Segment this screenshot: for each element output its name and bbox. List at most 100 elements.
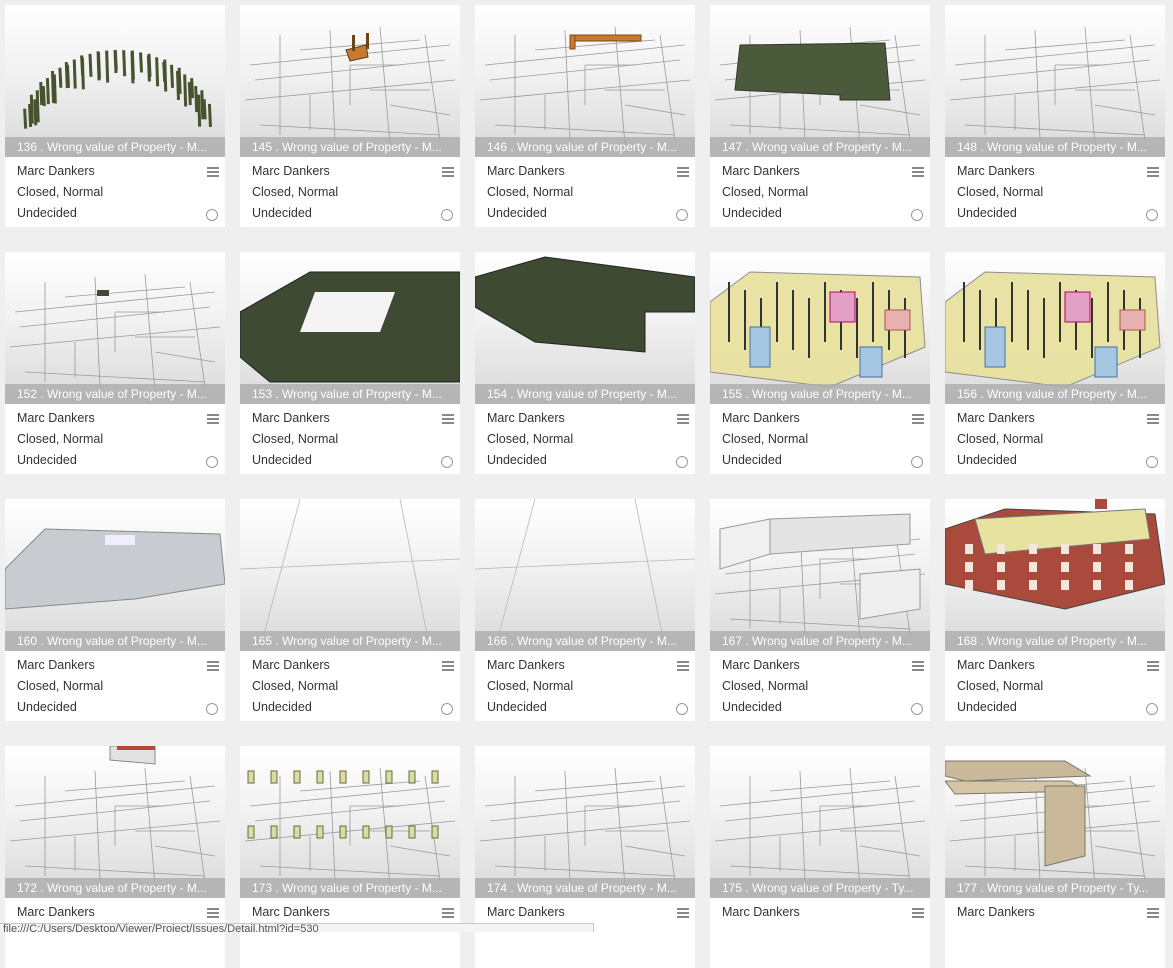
issue-decision: Undecided: [487, 206, 547, 220]
issue-title: 165 . Wrong value of Property - M...: [240, 631, 460, 651]
issue-card[interactable]: 165 . Wrong value of Property - M... Marc…: [240, 499, 460, 721]
menu-icon[interactable]: [442, 661, 454, 671]
menu-icon[interactable]: [442, 414, 454, 424]
issue-info: Marc Dankers: [5, 898, 225, 968]
radio-icon[interactable]: [206, 209, 218, 221]
issue-author: Marc Dankers: [957, 658, 1035, 672]
menu-icon[interactable]: [912, 167, 924, 177]
issue-thumbnail[interactable]: [5, 746, 225, 898]
menu-icon[interactable]: [207, 167, 219, 177]
issue-card[interactable]: 172 . Wrong value of Property - M... Marc…: [5, 746, 225, 968]
issue-card[interactable]: 148 . Wrong value of Property - M... Marc…: [945, 5, 1165, 227]
radio-icon[interactable]: [441, 703, 453, 715]
radio-icon[interactable]: [441, 456, 453, 468]
radio-icon[interactable]: [206, 456, 218, 468]
menu-icon[interactable]: [677, 908, 689, 918]
issue-card[interactable]: 177 . Wrong value of Property - Ty... Mar…: [945, 746, 1165, 968]
issue-status: Closed, Normal: [722, 679, 809, 693]
menu-icon[interactable]: [442, 167, 454, 177]
issue-thumbnail[interactable]: [5, 499, 225, 651]
radio-icon[interactable]: [911, 456, 923, 468]
menu-icon[interactable]: [442, 908, 454, 918]
issue-title: 156 . Wrong value of Property - M...: [945, 384, 1165, 404]
issue-thumbnail[interactable]: [710, 746, 930, 898]
issue-thumbnail[interactable]: [240, 746, 460, 898]
issue-card[interactable]: 145 . Wrong value of Property - M... Marc…: [240, 5, 460, 227]
model-render: [244, 26, 456, 146]
issue-card[interactable]: 167 . Wrong value of Property - M... Marc…: [710, 499, 930, 721]
radio-icon[interactable]: [911, 209, 923, 221]
menu-icon[interactable]: [207, 661, 219, 671]
issue-card[interactable]: 154 . Wrong value of Property - M... Marc…: [475, 252, 695, 474]
radio-icon[interactable]: [441, 209, 453, 221]
issue-thumbnail[interactable]: [945, 746, 1165, 898]
radio-icon[interactable]: [911, 703, 923, 715]
issue-thumbnail[interactable]: [475, 499, 695, 651]
issue-thumbnail[interactable]: [5, 252, 225, 404]
issue-thumbnail[interactable]: [945, 252, 1165, 404]
issue-card[interactable]: 175 . Wrong value of Property - Ty... Mar…: [710, 746, 930, 968]
issue-thumbnail[interactable]: [475, 746, 695, 898]
issue-decision: Undecided: [17, 453, 77, 467]
menu-icon[interactable]: [677, 661, 689, 671]
issue-thumbnail[interactable]: [5, 5, 225, 157]
issue-thumbnail[interactable]: [240, 5, 460, 157]
model-render: [9, 273, 221, 393]
issue-author: Marc Dankers: [957, 905, 1035, 919]
radio-icon[interactable]: [206, 703, 218, 715]
radio-icon[interactable]: [676, 456, 688, 468]
issue-thumbnail[interactable]: [475, 5, 695, 157]
issue-card[interactable]: 147 . Wrong value of Property - M... Marc…: [710, 5, 930, 227]
issue-thumbnail[interactable]: [710, 252, 930, 404]
issue-card[interactable]: 168 . Wrong value of Property - M... Marc…: [945, 499, 1165, 721]
issue-author: Marc Dankers: [17, 658, 95, 672]
radio-icon[interactable]: [676, 703, 688, 715]
model-render: [240, 271, 460, 383]
issue-title: 153 . Wrong value of Property - M...: [240, 384, 460, 404]
issue-thumbnail[interactable]: [240, 499, 460, 651]
issue-card[interactable]: 136 . Wrong value of Property - M... Marc…: [5, 5, 225, 227]
menu-icon[interactable]: [912, 414, 924, 424]
issue-card[interactable]: 174 . Wrong value of Property - M... Marc…: [475, 746, 695, 968]
menu-icon[interactable]: [677, 414, 689, 424]
issue-card[interactable]: 146 . Wrong value of Property - M... Marc…: [475, 5, 695, 227]
issue-thumbnail[interactable]: [475, 252, 695, 404]
menu-icon[interactable]: [1147, 661, 1159, 671]
issue-info: Marc Dankers: [240, 898, 460, 968]
issue-thumbnail[interactable]: [710, 499, 930, 651]
issue-card[interactable]: 166 . Wrong value of Property - M... Marc…: [475, 499, 695, 721]
issue-info: Marc Dankers Closed, Normal Undecided: [710, 157, 930, 227]
model-render: [475, 499, 695, 650]
menu-icon[interactable]: [912, 908, 924, 918]
menu-icon[interactable]: [1147, 167, 1159, 177]
issue-card[interactable]: 160 . Wrong value of Property - M... Marc…: [5, 499, 225, 721]
issue-info: Marc Dankers Closed, Normal Undecided: [5, 651, 225, 721]
issue-card[interactable]: 173 . Wrong value of Property - M... Marc…: [240, 746, 460, 968]
issue-thumbnail[interactable]: [945, 499, 1165, 651]
model-render: [714, 513, 926, 640]
issue-card[interactable]: 155 . Wrong value of Property - M... Marc…: [710, 252, 930, 474]
issue-info: Marc Dankers Closed, Normal Undecided: [710, 651, 930, 721]
menu-icon[interactable]: [1147, 414, 1159, 424]
radio-icon[interactable]: [1146, 456, 1158, 468]
issue-author: Marc Dankers: [252, 411, 330, 425]
menu-icon[interactable]: [677, 167, 689, 177]
issue-card[interactable]: 153 . Wrong value of Property - M... Marc…: [240, 252, 460, 474]
issue-author: Marc Dankers: [722, 411, 800, 425]
radio-icon[interactable]: [676, 209, 688, 221]
issue-thumbnail[interactable]: [945, 5, 1165, 157]
issue-author: Marc Dankers: [487, 905, 565, 919]
issue-title: 146 . Wrong value of Property - M...: [475, 137, 695, 157]
radio-icon[interactable]: [1146, 703, 1158, 715]
issue-info: Marc Dankers Closed, Normal Undecided: [475, 651, 695, 721]
issue-card[interactable]: 152 . Wrong value of Property - M... Marc…: [5, 252, 225, 474]
menu-icon[interactable]: [207, 414, 219, 424]
radio-icon[interactable]: [1146, 209, 1158, 221]
menu-icon[interactable]: [207, 908, 219, 918]
issue-card[interactable]: 156 . Wrong value of Property - M... Marc…: [945, 252, 1165, 474]
issue-thumbnail[interactable]: [710, 5, 930, 157]
issue-thumbnail[interactable]: [240, 252, 460, 404]
issue-decision: Undecided: [487, 453, 547, 467]
menu-icon[interactable]: [912, 661, 924, 671]
menu-icon[interactable]: [1147, 908, 1159, 918]
